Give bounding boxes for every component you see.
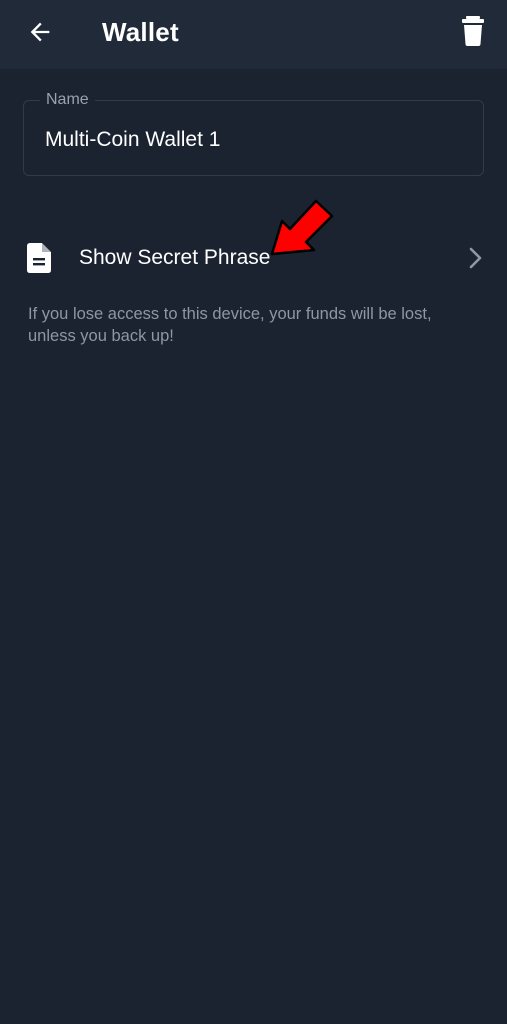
delete-wallet-button[interactable]	[456, 13, 490, 49]
red-arrow-annotation-icon	[270, 199, 334, 256]
back-button[interactable]	[22, 14, 58, 50]
wallet-name-label: Name	[40, 90, 95, 110]
backup-warning-text: If you lose access to this device, your …	[28, 305, 432, 345]
arrow-left-icon	[30, 22, 50, 42]
page-title: Wallet	[102, 17, 179, 47]
document-icon	[27, 243, 51, 273]
app-bar: Wallet	[0, 0, 507, 69]
trash-icon	[462, 16, 484, 46]
show-secret-phrase-label: Show Secret Phrase	[79, 246, 271, 269]
wallet-name-field[interactable]: Name	[23, 90, 484, 176]
chevron-right-icon	[469, 247, 482, 269]
show-secret-phrase-row[interactable]: Show Secret Phrase	[0, 226, 507, 290]
wallet-name-input[interactable]	[45, 126, 465, 154]
